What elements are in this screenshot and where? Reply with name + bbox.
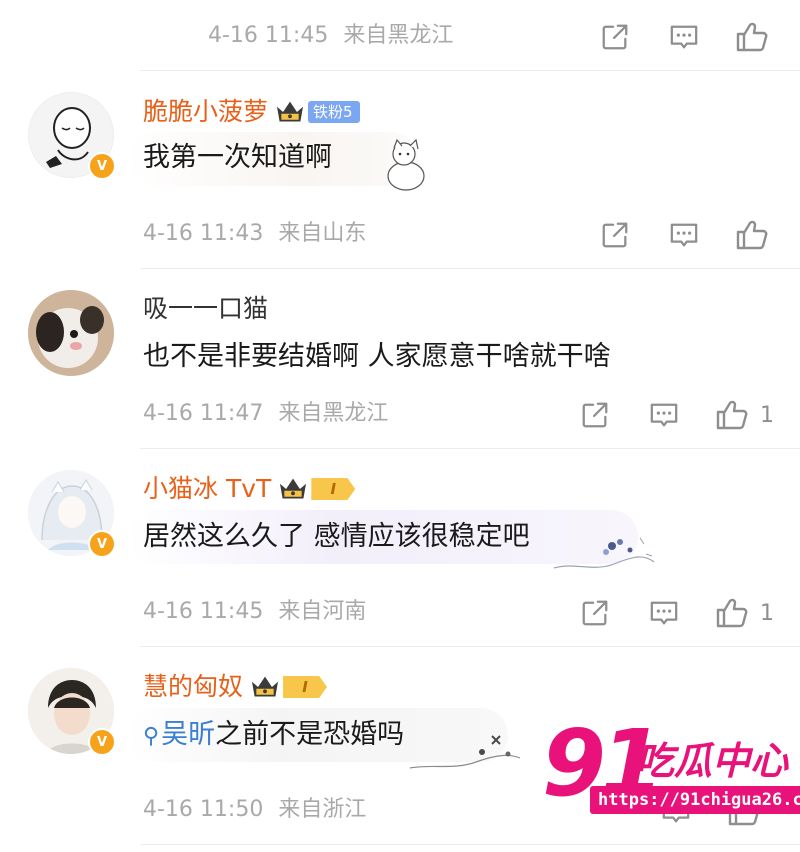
divider [140,268,800,269]
divider [140,844,800,845]
comment-text: ⚲吴昕之前不是恐婚吗 [143,715,404,757]
avatar[interactable] [28,290,114,376]
comment-actions [600,218,768,252]
verified-badge: V [88,530,116,558]
username-row: 慧的匈奴 I [143,670,328,704]
comment-icon [648,400,680,430]
comment-actions: 1 [580,596,774,630]
comment-time: 4-16 11:45 [143,599,264,624]
crown-icon [277,476,309,502]
username-row: 吸一一口猫 [143,292,268,326]
comment-text: 也不是非要结婚啊 人家愿意干啥就干啥 [143,341,611,372]
like-button[interactable] [734,20,768,54]
watermark-url: https://91chigua26.com [590,786,800,814]
comment-location: 来自山东 [278,221,367,246]
crown-icon [274,99,306,125]
avatar[interactable]: V [28,92,116,180]
divider [140,646,800,647]
comment-time: 4-16 11:43 [143,221,264,246]
share-icon [600,220,630,250]
username[interactable]: 小猫冰 TvT [143,472,271,506]
share-button[interactable] [580,598,610,628]
share-icon [580,598,610,628]
search-icon: ⚲ [143,724,160,749]
comment-meta: 4-16 11:47 来自黑龙江 [143,398,388,430]
username[interactable]: 脆脆小菠萝 [143,95,268,129]
share-icon [580,400,610,430]
comment-actions: 1 [580,398,774,432]
comment-text-body: 之前不是恐婚吗 [215,719,405,750]
comment-location: 来自黑龙江 [343,23,454,48]
share-button[interactable] [600,22,630,52]
comment-meta: 4-16 11:43 来自山东 [143,218,366,250]
comment-icon [648,598,680,628]
comment-time: 4-16 11:50 [143,797,264,822]
floral-decoration-icon [409,735,521,769]
crown-icon [249,674,281,700]
reply-button[interactable] [648,400,680,430]
comment-meta: 4-16 11:50 来自浙江 [143,794,366,826]
level-badge[interactable]: I [311,478,356,500]
topic-link[interactable]: ⚲吴昕 [143,719,215,750]
topic-name[interactable]: 吴昕 [161,719,215,750]
thumbs-up-icon [714,596,748,630]
comment-text: 我第一次知道啊 [143,142,332,173]
comment-meta: 4-16 11:45 来自河南 [143,596,366,628]
watermark-name: 吃瓜中心 [636,739,789,783]
thumbs-up-icon [714,398,748,432]
level-badge[interactable]: I [283,676,328,698]
username-row: 小猫冰 TvT I [143,472,356,506]
comment-location: 来自浙江 [278,797,367,822]
avatar-cat-photo [28,290,114,376]
share-button[interactable] [600,220,630,250]
thumbs-up-icon [734,20,768,54]
username[interactable]: 吸一一口猫 [143,292,268,326]
comment-icon [668,22,700,52]
comment-text: 居然这么久了 感情应该很稳定吧 [143,521,530,552]
thumbs-up-icon [734,218,768,252]
divider [140,70,800,71]
reply-button[interactable] [648,598,680,628]
verified-badge: V [88,728,116,756]
username[interactable]: 慧的匈奴 [143,670,243,704]
comment-time: 4-16 11:47 [143,401,264,426]
reply-button[interactable] [668,220,700,250]
watermark-logo: 91 吃瓜中心 https://91chigua26.com [540,710,800,828]
cat-sticker-icon [387,138,425,191]
reply-button[interactable] [668,22,700,52]
comment-actions [600,20,768,54]
fan-badge[interactable]: 铁粉5 [308,101,360,123]
like-button[interactable]: 1 [714,596,774,630]
like-button[interactable] [734,218,768,252]
like-count: 1 [760,600,774,626]
flower-decoration-icon [553,537,655,569]
like-count: 1 [760,402,774,428]
comment-time: 4-16 11:45 [208,23,329,48]
share-icon [600,22,630,52]
divider [140,448,800,449]
avatar[interactable]: V [28,470,116,558]
comment-meta: 4-16 11:45 来自黑龙江 [208,20,453,52]
username-row: 脆脆小菠萝 铁粉5 [143,95,360,129]
comment-location: 来自黑龙江 [278,401,389,426]
like-button[interactable]: 1 [714,398,774,432]
comment-location: 来自河南 [278,599,367,624]
share-button[interactable] [580,400,610,430]
avatar[interactable]: V [28,668,116,756]
verified-badge: V [88,152,116,180]
comment-icon [668,220,700,250]
